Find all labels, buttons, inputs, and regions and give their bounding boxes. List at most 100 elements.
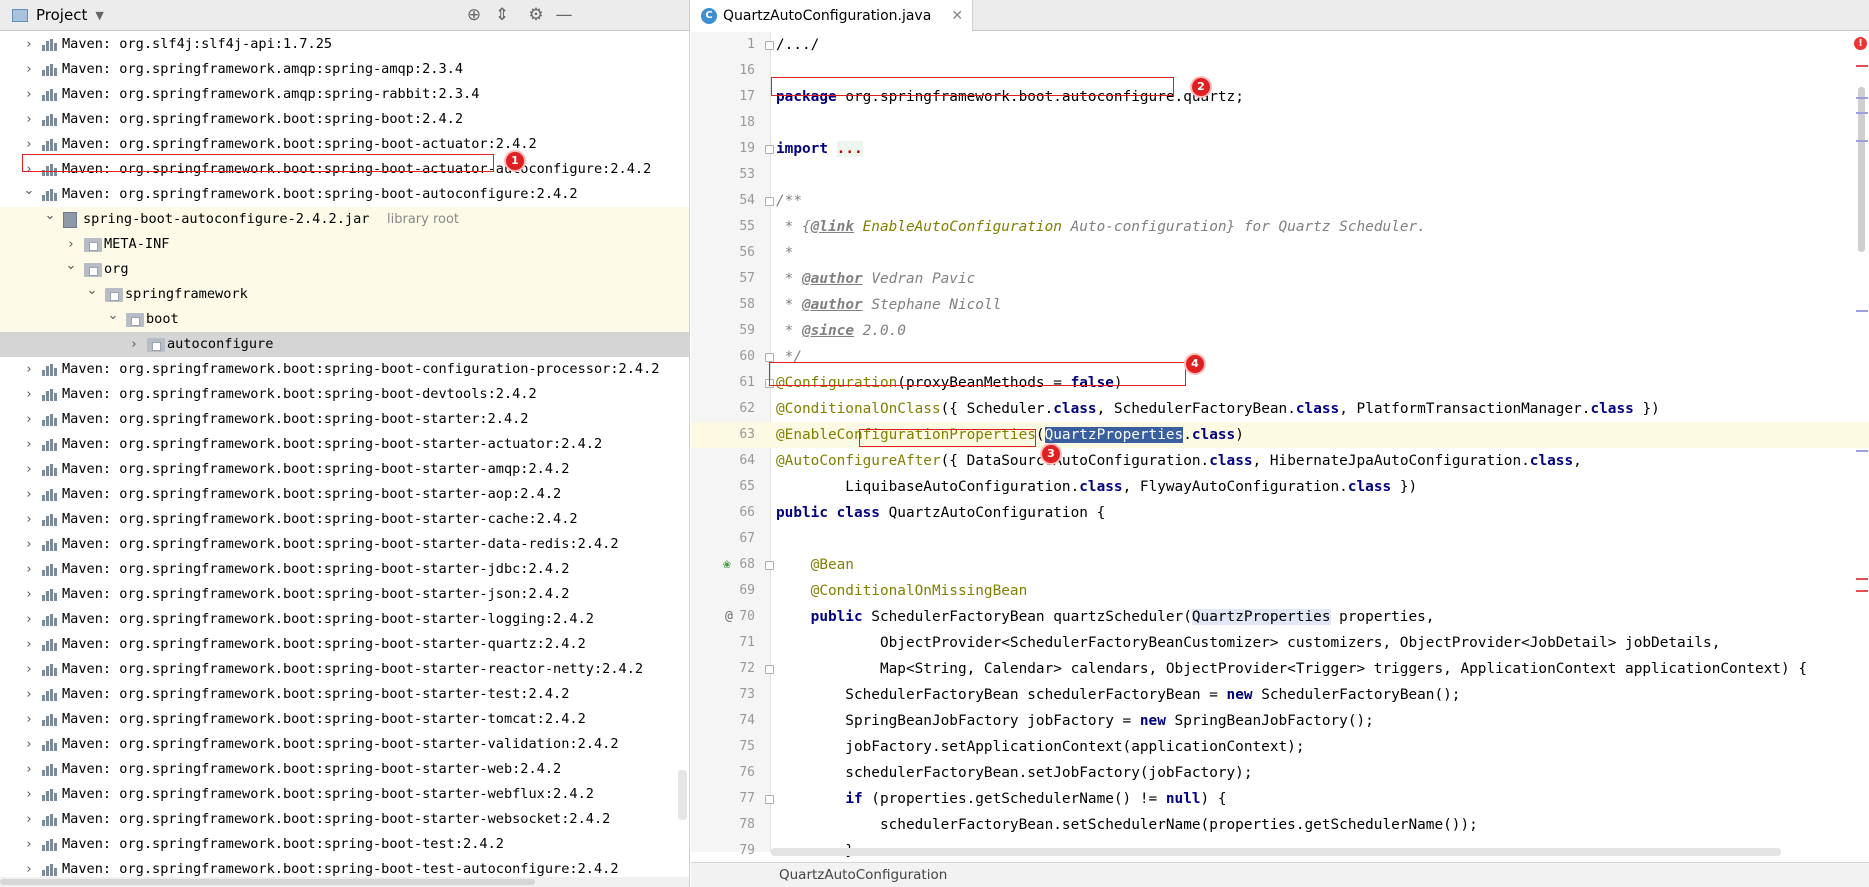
code-line[interactable]: 65 LiquibaseAutoConfiguration.class, Fly…: [691, 474, 1869, 500]
tree-item-library[interactable]: ⌄ Maven: org.springframework.boot:spring-…: [0, 182, 689, 207]
code-line[interactable]: 18: [691, 110, 1869, 136]
chevron-right-icon[interactable]: ›: [22, 382, 36, 407]
scrollbar-marker[interactable]: [1856, 112, 1868, 114]
chevron-right-icon[interactable]: ›: [22, 82, 36, 107]
chevron-right-icon[interactable]: ›: [22, 732, 36, 757]
tree-item-library[interactable]: › Maven: org.springframework.amqp:spring-…: [0, 57, 689, 82]
tree-item-library[interactable]: › Maven: org.springframework.boot:spring-…: [0, 532, 689, 557]
tree-item-library[interactable]: › Maven: org.springframework.boot:spring-…: [0, 582, 689, 607]
chevron-right-icon[interactable]: ›: [22, 532, 36, 557]
chevron-right-icon[interactable]: ›: [22, 707, 36, 732]
chevron-right-icon[interactable]: ›: [22, 32, 36, 57]
code-line[interactable]: 55 * {@link EnableAutoConfiguration Auto…: [691, 214, 1869, 240]
fold-marker-icon[interactable]: [765, 353, 774, 362]
tree-item-folder[interactable]: ⌄ org: [0, 257, 689, 282]
bean-gutter-icon[interactable]: ❀: [723, 552, 731, 578]
fold-marker-icon[interactable]: [765, 197, 774, 206]
code-line[interactable]: 72 Map<String, Calendar> calendars, Obje…: [691, 656, 1869, 682]
code-line[interactable]: 77 if (properties.getSchedulerName() != …: [691, 786, 1869, 812]
tree-item-library[interactable]: › Maven: org.springframework.boot:spring-…: [0, 782, 689, 807]
chevron-down-icon[interactable]: ⌄: [64, 253, 78, 278]
close-icon[interactable]: ✕: [951, 8, 963, 24]
scrollbar-marker[interactable]: [1856, 310, 1868, 312]
horizontal-scrollbar[interactable]: [0, 877, 689, 887]
code-line[interactable]: 78 schedulerFactoryBean.setSchedulerName…: [691, 812, 1869, 838]
vertical-scrollbar[interactable]: [678, 770, 687, 820]
tree-item-library[interactable]: › Maven: org.springframework.boot:spring-…: [0, 507, 689, 532]
code-line[interactable]: 69 @ConditionalOnMissingBean: [691, 578, 1869, 604]
scrollbar-marker[interactable]: [1856, 590, 1868, 592]
code-line[interactable]: 68 ❀ @Bean: [691, 552, 1869, 578]
minimize-icon[interactable]: —: [554, 5, 574, 25]
tree-item-library[interactable]: › Maven: org.springframework.boot:spring-…: [0, 807, 689, 832]
collapse-all-icon[interactable]: ⇕: [492, 5, 512, 25]
tree-item-library[interactable]: › Maven: org.slf4j:slf4j-api:1.7.25: [0, 32, 689, 57]
tree-item-library[interactable]: › Maven: org.springframework.boot:spring-…: [0, 707, 689, 732]
override-gutter-icon[interactable]: @: [725, 604, 733, 630]
chevron-right-icon[interactable]: ›: [22, 582, 36, 607]
code-line[interactable]: 66 public class QuartzAutoConfiguration {: [691, 500, 1869, 526]
fold-marker-icon[interactable]: [765, 145, 774, 154]
tree-item-library[interactable]: › Maven: org.springframework.boot:spring-…: [0, 457, 689, 482]
code-line[interactable]: 76 schedulerFactoryBean.setJobFactory(jo…: [691, 760, 1869, 786]
chevron-down-icon[interactable]: ⌄: [22, 178, 36, 203]
tree-item-library[interactable]: › Maven: org.springframework.boot:spring-…: [0, 432, 689, 457]
tree-item-folder[interactable]: ⌄ boot: [0, 307, 689, 332]
code-line[interactable]: 64 @AutoConfigureAfter({ DataSourceAutoCo…: [691, 448, 1869, 474]
code-line[interactable]: 59 * @since 2.0.0: [691, 318, 1869, 344]
tree-item-library[interactable]: › Maven: org.springframework.boot:spring-…: [0, 382, 689, 407]
tree-item-library[interactable]: › Maven: org.springframework.boot:spring-…: [0, 632, 689, 657]
fold-marker-icon[interactable]: [765, 561, 774, 570]
tree-item-library[interactable]: › Maven: org.springframework.boot:spring-…: [0, 832, 689, 857]
code-line[interactable]: 57 * @author Vedran Pavic: [691, 266, 1869, 292]
tree-item-library[interactable]: › Maven: org.springframework.boot:spring-…: [0, 107, 689, 132]
chevron-right-icon[interactable]: ›: [22, 407, 36, 432]
scrollbar-thumb[interactable]: [0, 879, 535, 885]
error-indicator-icon[interactable]: !: [1854, 37, 1867, 50]
tree-item-library[interactable]: › Maven: org.springframework.boot:spring-…: [0, 482, 689, 507]
tab-quartz-auto-configuration[interactable]: C QuartzAutoConfiguration.java ✕: [691, 0, 973, 31]
chevron-down-icon[interactable]: ⌄: [43, 203, 57, 228]
code-line[interactable]: 67: [691, 526, 1869, 552]
code-line[interactable]: 62 @ConditionalOnClass({ Scheduler.class,…: [691, 396, 1869, 422]
chevron-right-icon[interactable]: ›: [22, 682, 36, 707]
code-line[interactable]: 74 SpringBeanJobFactory jobFactory = new…: [691, 708, 1869, 734]
project-view-selector[interactable]: Project ▼: [12, 6, 104, 24]
chevron-right-icon[interactable]: ›: [22, 432, 36, 457]
tree-item-folder[interactable]: ⌄ springframework: [0, 282, 689, 307]
tree-item-jar[interactable]: ⌄ spring-boot-autoconfigure-2.4.2.jar libr…: [0, 207, 689, 232]
chevron-right-icon[interactable]: ›: [22, 632, 36, 657]
tree-item-library[interactable]: › Maven: org.springframework.boot:spring-…: [0, 757, 689, 782]
code-line[interactable]: 71 ObjectProvider<SchedulerFactoryBeanCu…: [691, 630, 1869, 656]
code-line[interactable]: 54 /**: [691, 188, 1869, 214]
chevron-right-icon[interactable]: ›: [22, 832, 36, 857]
gear-icon[interactable]: ⚙: [526, 5, 546, 25]
chevron-right-icon[interactable]: ›: [22, 607, 36, 632]
chevron-right-icon[interactable]: ›: [22, 657, 36, 682]
editor-vertical-scrollbar[interactable]: [1854, 32, 1869, 862]
chevron-right-icon[interactable]: ›: [22, 507, 36, 532]
code-line[interactable]: 73 SchedulerFactoryBean schedulerFactory…: [691, 682, 1869, 708]
chevron-right-icon[interactable]: ›: [22, 57, 36, 82]
fold-marker-icon[interactable]: [765, 41, 774, 50]
chevron-right-icon[interactable]: ›: [22, 782, 36, 807]
chevron-right-icon[interactable]: ›: [22, 457, 36, 482]
chevron-right-icon[interactable]: ›: [22, 807, 36, 832]
chevron-right-icon[interactable]: ›: [22, 482, 36, 507]
scrollbar-marker[interactable]: [1856, 140, 1868, 142]
chevron-right-icon[interactable]: ›: [22, 107, 36, 132]
breadcrumb[interactable]: QuartzAutoConfiguration: [691, 862, 1869, 887]
scrollbar-marker[interactable]: [1856, 450, 1868, 452]
scrollbar-marker[interactable]: [1856, 578, 1868, 580]
code-area[interactable]: 1/.../16 17 package org.springframework.bo…: [691, 32, 1869, 864]
editor-horizontal-scrollbar[interactable]: [771, 848, 1781, 856]
tree-item-library[interactable]: › Maven: org.springframework.boot:spring-…: [0, 407, 689, 432]
tree-item-library[interactable]: › Maven: org.springframework.boot:spring-…: [0, 682, 689, 707]
code-line[interactable]: 75 jobFactory.setApplicationContext(appl…: [691, 734, 1869, 760]
tree-item-folder[interactable]: › META-INF: [0, 232, 689, 257]
tree-item-folder[interactable]: › autoconfigure: [0, 332, 689, 357]
tree-item-library[interactable]: › Maven: org.springframework.amqp:spring-…: [0, 82, 689, 107]
chevron-right-icon[interactable]: ›: [127, 332, 141, 357]
code-line[interactable]: 53: [691, 162, 1869, 188]
tree-item-library[interactable]: › Maven: org.springframework.boot:spring-…: [0, 357, 689, 382]
